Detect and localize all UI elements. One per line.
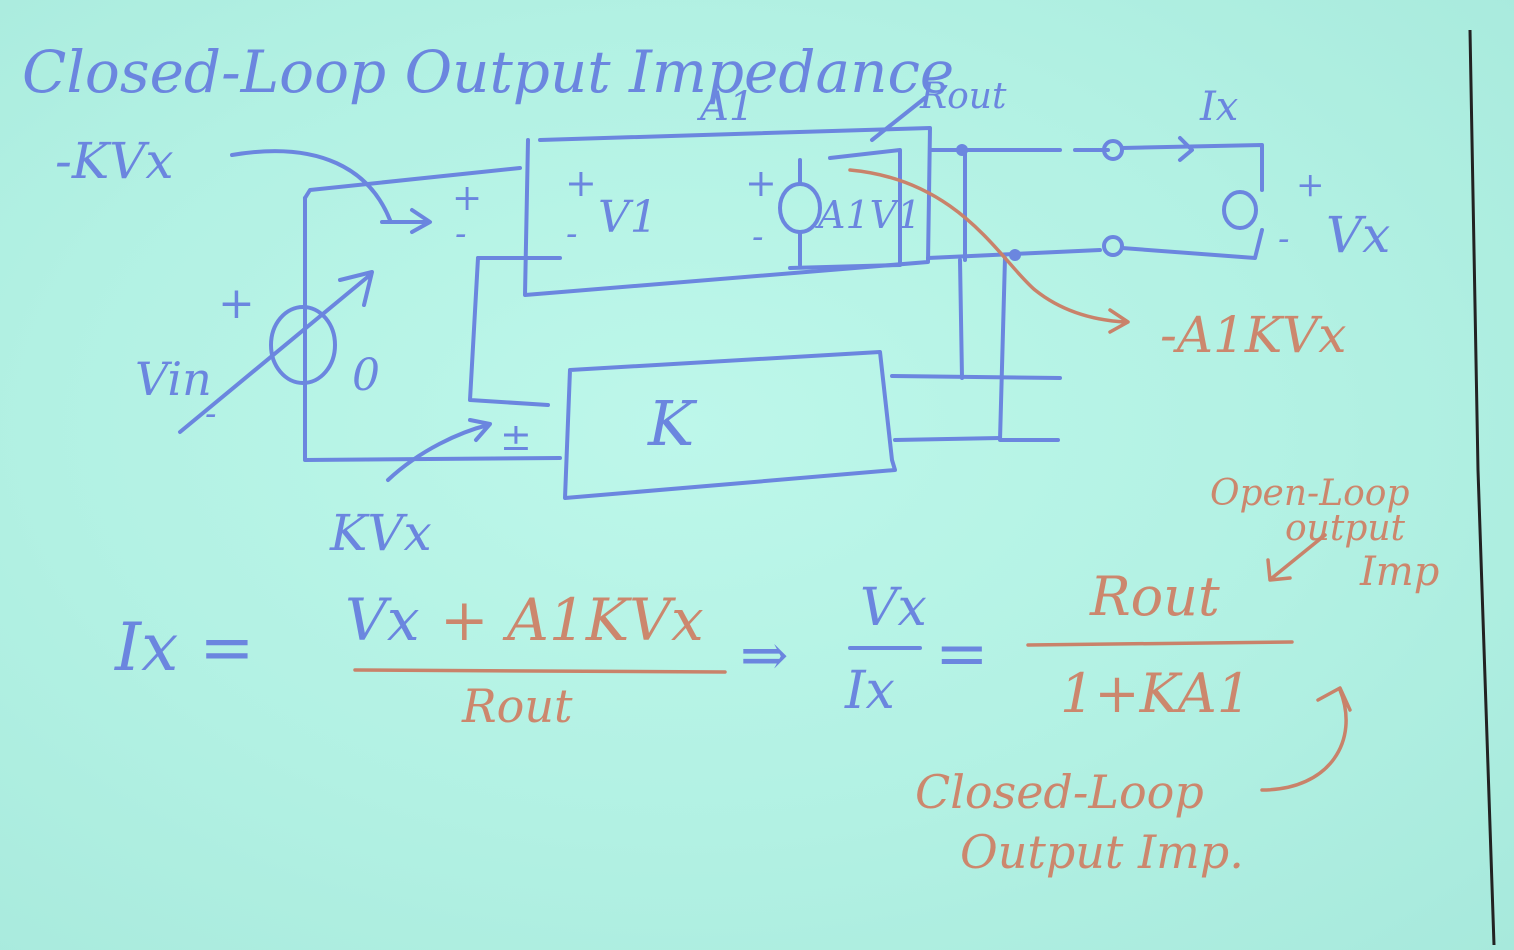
feedback-loop-wire xyxy=(468,256,550,407)
label-minus-v1: - xyxy=(566,214,578,254)
label-neg-a1kvx: -A1KVx xyxy=(1160,306,1346,364)
label-plus-vx: + xyxy=(1296,165,1325,205)
ratio-numerator: Vx xyxy=(860,578,927,638)
equation-implies: ⇒ xyxy=(740,621,789,689)
output-vertical-wire xyxy=(958,148,967,380)
k-sense-mid-wire xyxy=(893,436,1002,442)
dependent-source-symbol xyxy=(778,182,822,234)
label-minus-input: - xyxy=(455,214,467,254)
ratio-equals: = xyxy=(935,617,989,691)
k-sense-top-wire xyxy=(890,374,1062,380)
label-pm-k: ± xyxy=(500,415,532,459)
label-neg-kvx: -KVx xyxy=(55,132,174,190)
label-a1: A1 xyxy=(696,84,754,130)
label-k: K xyxy=(647,387,698,460)
feedback-k-box xyxy=(563,350,897,500)
label-rout-top: Rout xyxy=(919,76,1007,117)
rhs-numerator: Rout xyxy=(1089,565,1220,628)
rhs-denominator: 1+KA1 xyxy=(1060,662,1251,725)
ix-arrow xyxy=(1178,136,1194,162)
test-source-symbol xyxy=(1222,190,1258,230)
label-zero: 0 xyxy=(352,350,380,401)
ratio-denominator: Ix xyxy=(844,661,895,721)
circuit-drawing: Closed-Loop Output Impedance -KVx A1 Rou… xyxy=(22,29,1496,946)
whiteboard: Closed-Loop Output Impedance -KVx A1 Rou… xyxy=(0,0,1514,950)
label-v1: V1 xyxy=(598,192,658,243)
label-vin: Vin xyxy=(135,352,212,406)
label-minus-vx: - xyxy=(1278,219,1290,259)
annotation-closed-loop: Closed-Loop xyxy=(915,765,1204,819)
equation-numerator-a1kvx: + A1KVx xyxy=(440,586,704,654)
label-plus-v1: + xyxy=(565,161,597,205)
closed-loop-pointer xyxy=(1260,686,1352,792)
label-vx: Vx xyxy=(1326,206,1390,264)
label-a1v1: A1V1 xyxy=(815,193,921,237)
label-plus-source: + xyxy=(745,161,777,205)
output-node-bottom xyxy=(1009,249,1021,261)
input-top-wire xyxy=(303,166,522,200)
arrow-kvx xyxy=(386,418,492,482)
label-plus-vin: + xyxy=(218,278,255,329)
board-edge-line xyxy=(1468,29,1496,946)
label-ix: Ix xyxy=(1199,84,1238,130)
annotation-imp: Imp xyxy=(1359,549,1439,595)
page-title: Closed-Loop Output Impedance xyxy=(22,38,954,106)
equation-lhs: Ix = xyxy=(114,609,255,686)
rhs-fraction-bar xyxy=(1026,640,1294,647)
equation-numerator-vx: Vx xyxy=(345,586,420,654)
label-plus-input: + xyxy=(452,178,482,219)
label-minus-vin: - xyxy=(205,394,217,434)
label-minus-source: - xyxy=(752,217,764,257)
terminal-bottom xyxy=(1102,235,1124,257)
equation-denominator: Rout xyxy=(461,679,573,733)
annotation-output-imp: Output Imp. xyxy=(960,825,1244,879)
test-source-loop xyxy=(1120,143,1264,260)
label-kvx-bottom: KVx xyxy=(329,504,432,562)
annotation-output: output xyxy=(1285,508,1406,549)
equation-fraction-bar xyxy=(353,668,727,674)
